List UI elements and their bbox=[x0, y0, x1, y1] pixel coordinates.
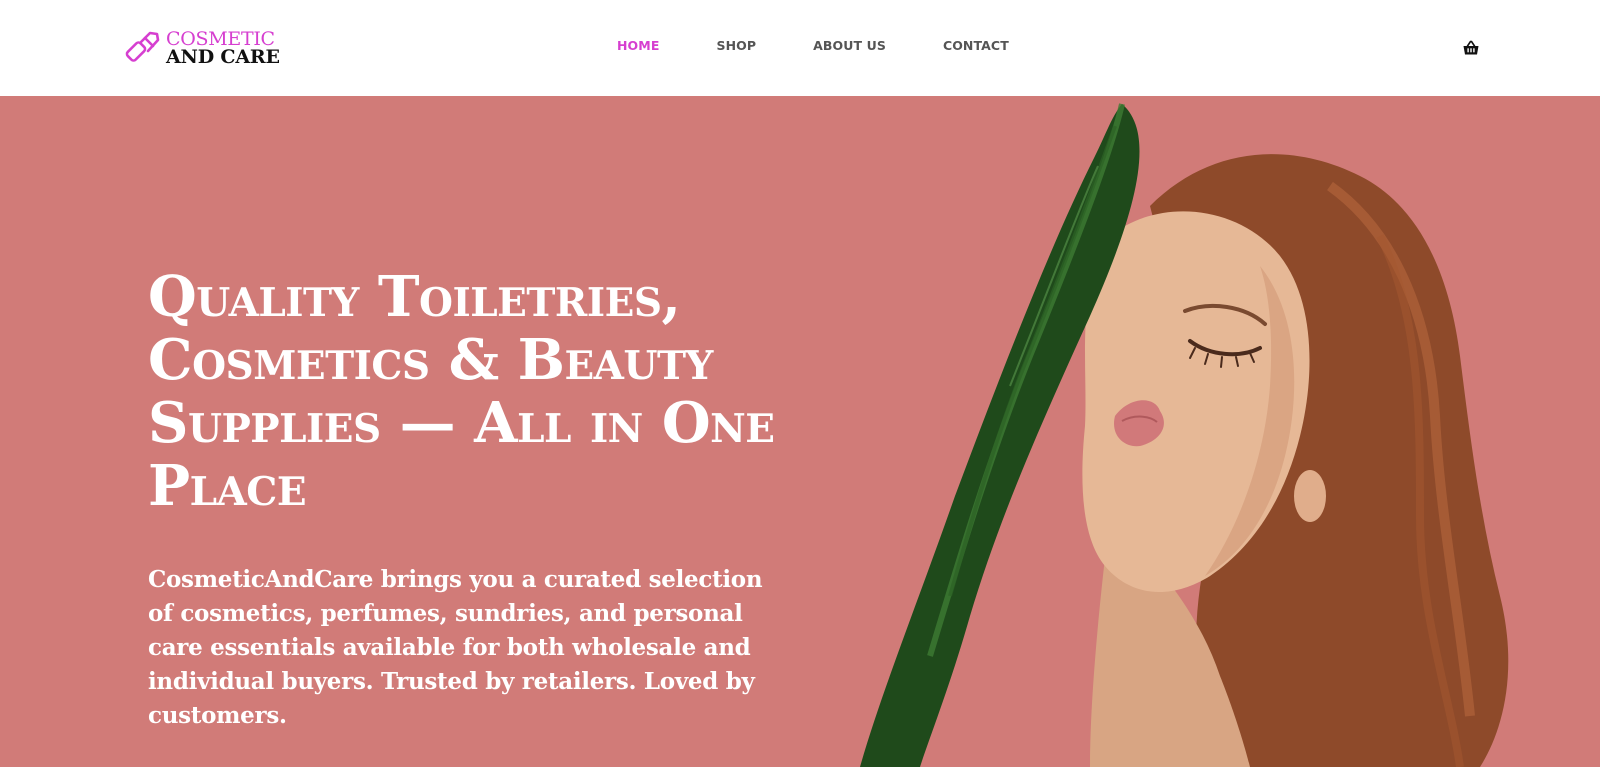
woman-with-leaf-photo bbox=[860, 103, 1509, 767]
brand-logo[interactable]: COSMETIC AND CARE bbox=[122, 28, 282, 68]
nav-shop[interactable]: SHOP bbox=[716, 38, 756, 58]
basket-icon[interactable] bbox=[1462, 39, 1480, 57]
brand-wordmark: COSMETIC AND CARE bbox=[166, 27, 280, 68]
main-nav: HOME SHOP ABOUT US CONTACT bbox=[617, 38, 1066, 58]
nav-contact[interactable]: CONTACT bbox=[943, 38, 1009, 58]
nav-about-us[interactable]: ABOUT US bbox=[813, 38, 886, 58]
brand-line2: AND CARE bbox=[166, 45, 280, 68]
site-header: COSMETIC AND CARE HOME SHOP ABOUT US CON… bbox=[0, 0, 1600, 96]
hero-description: CosmeticAndCare brings you a curated sel… bbox=[148, 566, 763, 729]
brand-line1: COSMETIC bbox=[166, 27, 275, 50]
hero-section: Quality Toiletries, Cosmetics & Beauty S… bbox=[0, 96, 1600, 767]
nav-home[interactable]: HOME bbox=[617, 38, 659, 58]
hero-title: Quality Toiletries, Cosmetics & Beauty S… bbox=[148, 264, 775, 519]
lipstick-icon bbox=[125, 31, 160, 62]
